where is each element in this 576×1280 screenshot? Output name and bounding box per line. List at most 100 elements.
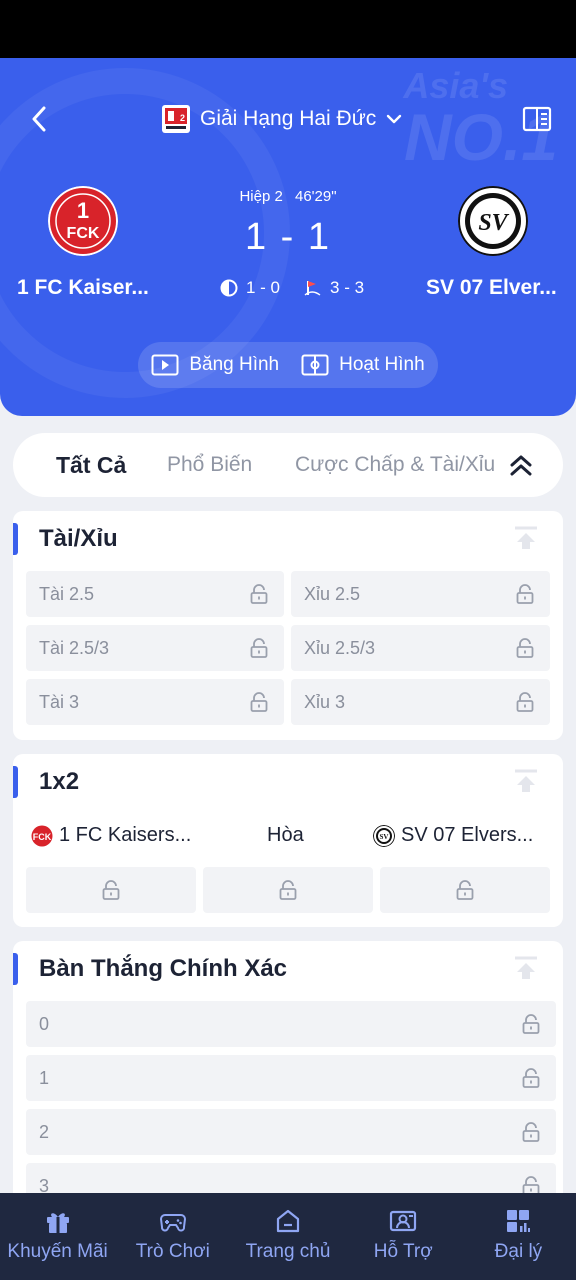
nav-support[interactable]: Hỗ Trợ: [346, 1193, 461, 1280]
tab-all[interactable]: Tất Cả: [56, 433, 126, 497]
animation-button[interactable]: Hoạt Hình: [301, 354, 425, 376]
tab-handicap-over-under[interactable]: Cược Chấp & Tài/Xỉu: [295, 433, 495, 497]
over-under-card: Tài/Xỉu Tài 2.5 Xỉu 2.5 Tài 2.5/3 Xỉu 2.…: [13, 511, 563, 740]
agent-icon: [507, 1210, 531, 1232]
play-video-icon: [151, 354, 179, 376]
tab-popular[interactable]: Phổ Biến: [167, 433, 252, 497]
nav-home[interactable]: Trang chủ: [230, 1193, 345, 1280]
market-tabs: Tất Cả Phổ Biến Cược Chấp & Tài/Xỉu: [13, 433, 563, 497]
lock-icon: [516, 692, 534, 712]
odd-button-away[interactable]: [380, 867, 550, 913]
lock-icon: [102, 880, 120, 900]
score-row[interactable]: 0: [26, 1001, 556, 1047]
pin-top-icon[interactable]: [513, 525, 539, 551]
odd-button[interactable]: Xỉu 2.5/3: [291, 625, 550, 671]
score-label: 1: [39, 1068, 50, 1088]
corner-score: 3 - 3: [330, 278, 365, 297]
odd-label: Xỉu 2.5: [304, 584, 361, 604]
nav-label: Khuyến Mãi: [7, 1241, 108, 1262]
draw-label: Hòa: [267, 824, 304, 846]
home-team-name: 1 FC Kaiser...: [17, 276, 149, 299]
lock-icon: [456, 880, 474, 900]
lock-icon: [522, 1014, 540, 1034]
odd-label: Tài 2.5: [39, 584, 95, 604]
gift-icon: [46, 1213, 69, 1233]
lock-icon: [250, 638, 268, 658]
book-icon: [522, 106, 552, 132]
pin-top-icon[interactable]: [513, 955, 539, 981]
back-button[interactable]: [24, 102, 54, 136]
away-team-name: SV 07 Elver...: [426, 276, 557, 299]
odd-button-draw[interactable]: [203, 867, 373, 913]
section-title: Bàn Thắng Chính Xác: [39, 955, 288, 982]
home-label: 1 FC Kaisers...: [59, 824, 192, 846]
correct-score-card: Bàn Thắng Chính Xác 0 1 2 3: [13, 941, 563, 1211]
svg-text:FCK: FCK: [33, 832, 52, 842]
watermark-line1: Asia's: [403, 65, 508, 106]
lock-icon: [522, 1122, 540, 1142]
match-header: Asia's NO.1 2 Giải Hạng Hai Đức 1 FCK 1 …: [0, 58, 576, 416]
odd-button[interactable]: Tài 2.5/3: [26, 625, 284, 671]
odd-button[interactable]: Tài 2.5: [26, 571, 284, 617]
lock-icon: [279, 880, 297, 900]
match-clock: 46'29": [294, 188, 337, 205]
away-team-mini-logo: SV: [373, 824, 395, 847]
score-row[interactable]: 1: [26, 1055, 556, 1101]
home-team-mini-logo: FCK: [31, 825, 53, 846]
score-row[interactable]: 2: [26, 1109, 556, 1155]
stats-book-button[interactable]: [522, 104, 552, 134]
section-accent: [13, 953, 18, 985]
lock-icon: [522, 1068, 540, 1088]
halftime-icon: [220, 279, 238, 297]
lock-icon: [250, 692, 268, 712]
section-title: 1x2: [39, 768, 80, 795]
support-icon: [390, 1210, 417, 1232]
odd-button[interactable]: Xỉu 3: [291, 679, 550, 725]
chevron-down-icon: [387, 114, 402, 124]
league-selector[interactable]: 2 Giải Hạng Hai Đức: [162, 102, 402, 136]
nav-games[interactable]: Trò Chơi: [115, 1193, 230, 1280]
away-column-header: SV SV 07 Elvers...: [373, 824, 533, 847]
svg-text:2: 2: [180, 113, 185, 123]
home-icon: [276, 1209, 300, 1233]
bottom-navigation: Khuyến Mãi Trò Chơi Trang chủ Hỗ Trợ Đại…: [0, 1193, 576, 1280]
odd-label: Xỉu 3: [304, 692, 346, 712]
nav-agent[interactable]: Đại lý: [461, 1193, 576, 1280]
score-label: 0: [39, 1014, 50, 1034]
nav-promotions[interactable]: Khuyến Mãi: [0, 1193, 115, 1280]
animation-label: Hoạt Hình: [339, 354, 425, 375]
chevron-left-icon: [32, 106, 46, 132]
odd-button[interactable]: Xỉu 2.5: [291, 571, 550, 617]
match-score: 1 - 1: [244, 216, 332, 258]
league-name: Giải Hạng Hai Đức: [200, 107, 377, 130]
double-chevron-up-icon[interactable]: [507, 451, 535, 479]
draw-column-header: Hòa: [267, 824, 304, 847]
pitch-icon: [301, 354, 329, 376]
odd-button-home[interactable]: [26, 867, 196, 913]
odd-button[interactable]: Tài 3: [26, 679, 284, 725]
lock-icon: [250, 584, 268, 604]
bundesliga2-logo-icon: 2: [162, 105, 190, 133]
odd-label: Tài 2.5/3: [39, 638, 110, 658]
nav-label: Trang chủ: [245, 1241, 331, 1262]
home-column-header: FCK 1 FC Kaisers...: [31, 824, 191, 847]
section-title: Tài/Xỉu: [39, 525, 118, 552]
gamepad-icon: [159, 1214, 186, 1232]
lock-icon: [516, 638, 534, 658]
section-accent: [13, 523, 18, 555]
status-bar: [0, 0, 576, 58]
pin-top-icon[interactable]: [513, 768, 539, 794]
nav-label: Hỗ Trợ: [373, 1241, 433, 1262]
odd-label: Xỉu 2.5/3: [304, 638, 376, 658]
one-x-two-card: 1x2 FCK 1 FC Kaisers... Hòa SV SV 07 Elv…: [13, 754, 563, 927]
video-button[interactable]: Băng Hình: [151, 354, 279, 376]
nav-label: Trò Chơi: [135, 1241, 210, 1262]
section-accent: [13, 766, 18, 798]
lock-icon: [516, 584, 534, 604]
period-label: Hiệp 2: [239, 188, 283, 205]
video-label: Băng Hình: [189, 354, 280, 375]
match-mini-stats: 1 - 0 3 - 3: [220, 278, 364, 298]
media-switcher: Băng Hình Hoạt Hình: [138, 342, 438, 388]
match-period: Hiệp 2 46'29": [0, 188, 576, 205]
away-label: SV 07 Elvers...: [401, 824, 534, 846]
